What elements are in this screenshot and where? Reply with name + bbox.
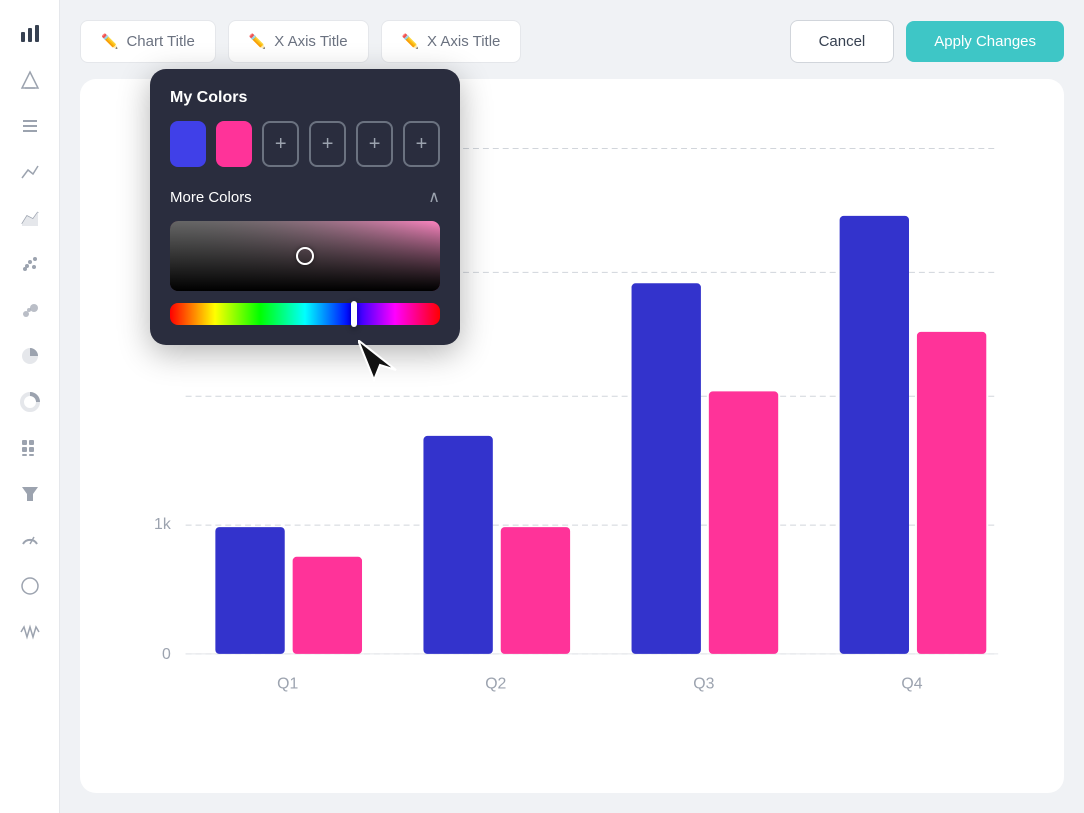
chart-title-button[interactable]: ✏️ Chart Title [80,20,216,63]
x-axis-title-button[interactable]: ✏️ X Axis Title [228,20,369,63]
more-colors-header: More Colors ∧ [170,187,440,207]
bar-chart-icon[interactable] [16,20,44,48]
cancel-button[interactable]: Cancel [790,20,895,63]
chevron-up-icon[interactable]: ∧ [428,187,440,207]
y-axis-title-label: X Axis Title [427,33,500,50]
hue-handle[interactable] [351,301,357,327]
pencil-icon-3: ✏️ [402,33,419,50]
toolbar: ✏️ Chart Title ✏️ X Axis Title ✏️ X Axis… [80,20,1064,63]
donut-chart-icon[interactable] [16,388,44,416]
pencil-icon-2: ✏️ [249,33,266,50]
wave-icon[interactable] [16,618,44,646]
saturation-handle[interactable] [296,247,314,265]
svg-text:Q1: Q1 [277,676,298,693]
main-content: ✏️ Chart Title ✏️ X Axis Title ✏️ X Axis… [60,0,1084,813]
svg-text:Q2: Q2 [485,676,506,693]
chart-title-label: Chart Title [126,33,194,50]
pink-swatch[interactable] [216,121,252,167]
pencil-icon: ✏️ [101,33,118,50]
svg-text:1k: 1k [154,516,171,533]
svg-text:Q4: Q4 [901,676,922,693]
y-axis-title-button[interactable]: ✏️ X Axis Title [381,20,522,63]
triangle-chart-icon[interactable] [16,66,44,94]
color-picker-popup: My Colors + + + + More Colors ∧ [150,69,460,345]
svg-text:Q3: Q3 [693,676,714,693]
add-color-1[interactable]: + [262,121,299,167]
add-color-4[interactable]: + [403,121,440,167]
funnel-icon[interactable] [16,480,44,508]
grid-chart-icon[interactable] [16,434,44,462]
circle-icon[interactable] [16,572,44,600]
saturation-picker[interactable] [170,221,440,291]
sidebar [0,0,60,813]
apply-changes-button[interactable]: Apply Changes [906,21,1064,62]
color-swatches: + + + + [170,121,440,167]
list-icon[interactable] [16,112,44,140]
area-chart-icon[interactable] [16,204,44,232]
gauge-icon[interactable] [16,526,44,554]
add-color-2[interactable]: + [309,121,346,167]
svg-text:0: 0 [162,646,171,663]
scatter-icon[interactable] [16,250,44,278]
chart-container: My Colors + + + + More Colors ∧ [80,79,1064,793]
add-color-3[interactable]: + [356,121,393,167]
pie-chart-icon[interactable] [16,342,44,370]
more-colors-title: More Colors [170,189,252,206]
x-axis-title-label: X Axis Title [274,33,347,50]
hue-slider[interactable] [170,303,440,325]
bubble-icon[interactable] [16,296,44,324]
my-colors-title: My Colors [170,89,440,107]
blue-swatch[interactable] [170,121,206,167]
line-chart-icon[interactable] [16,158,44,186]
